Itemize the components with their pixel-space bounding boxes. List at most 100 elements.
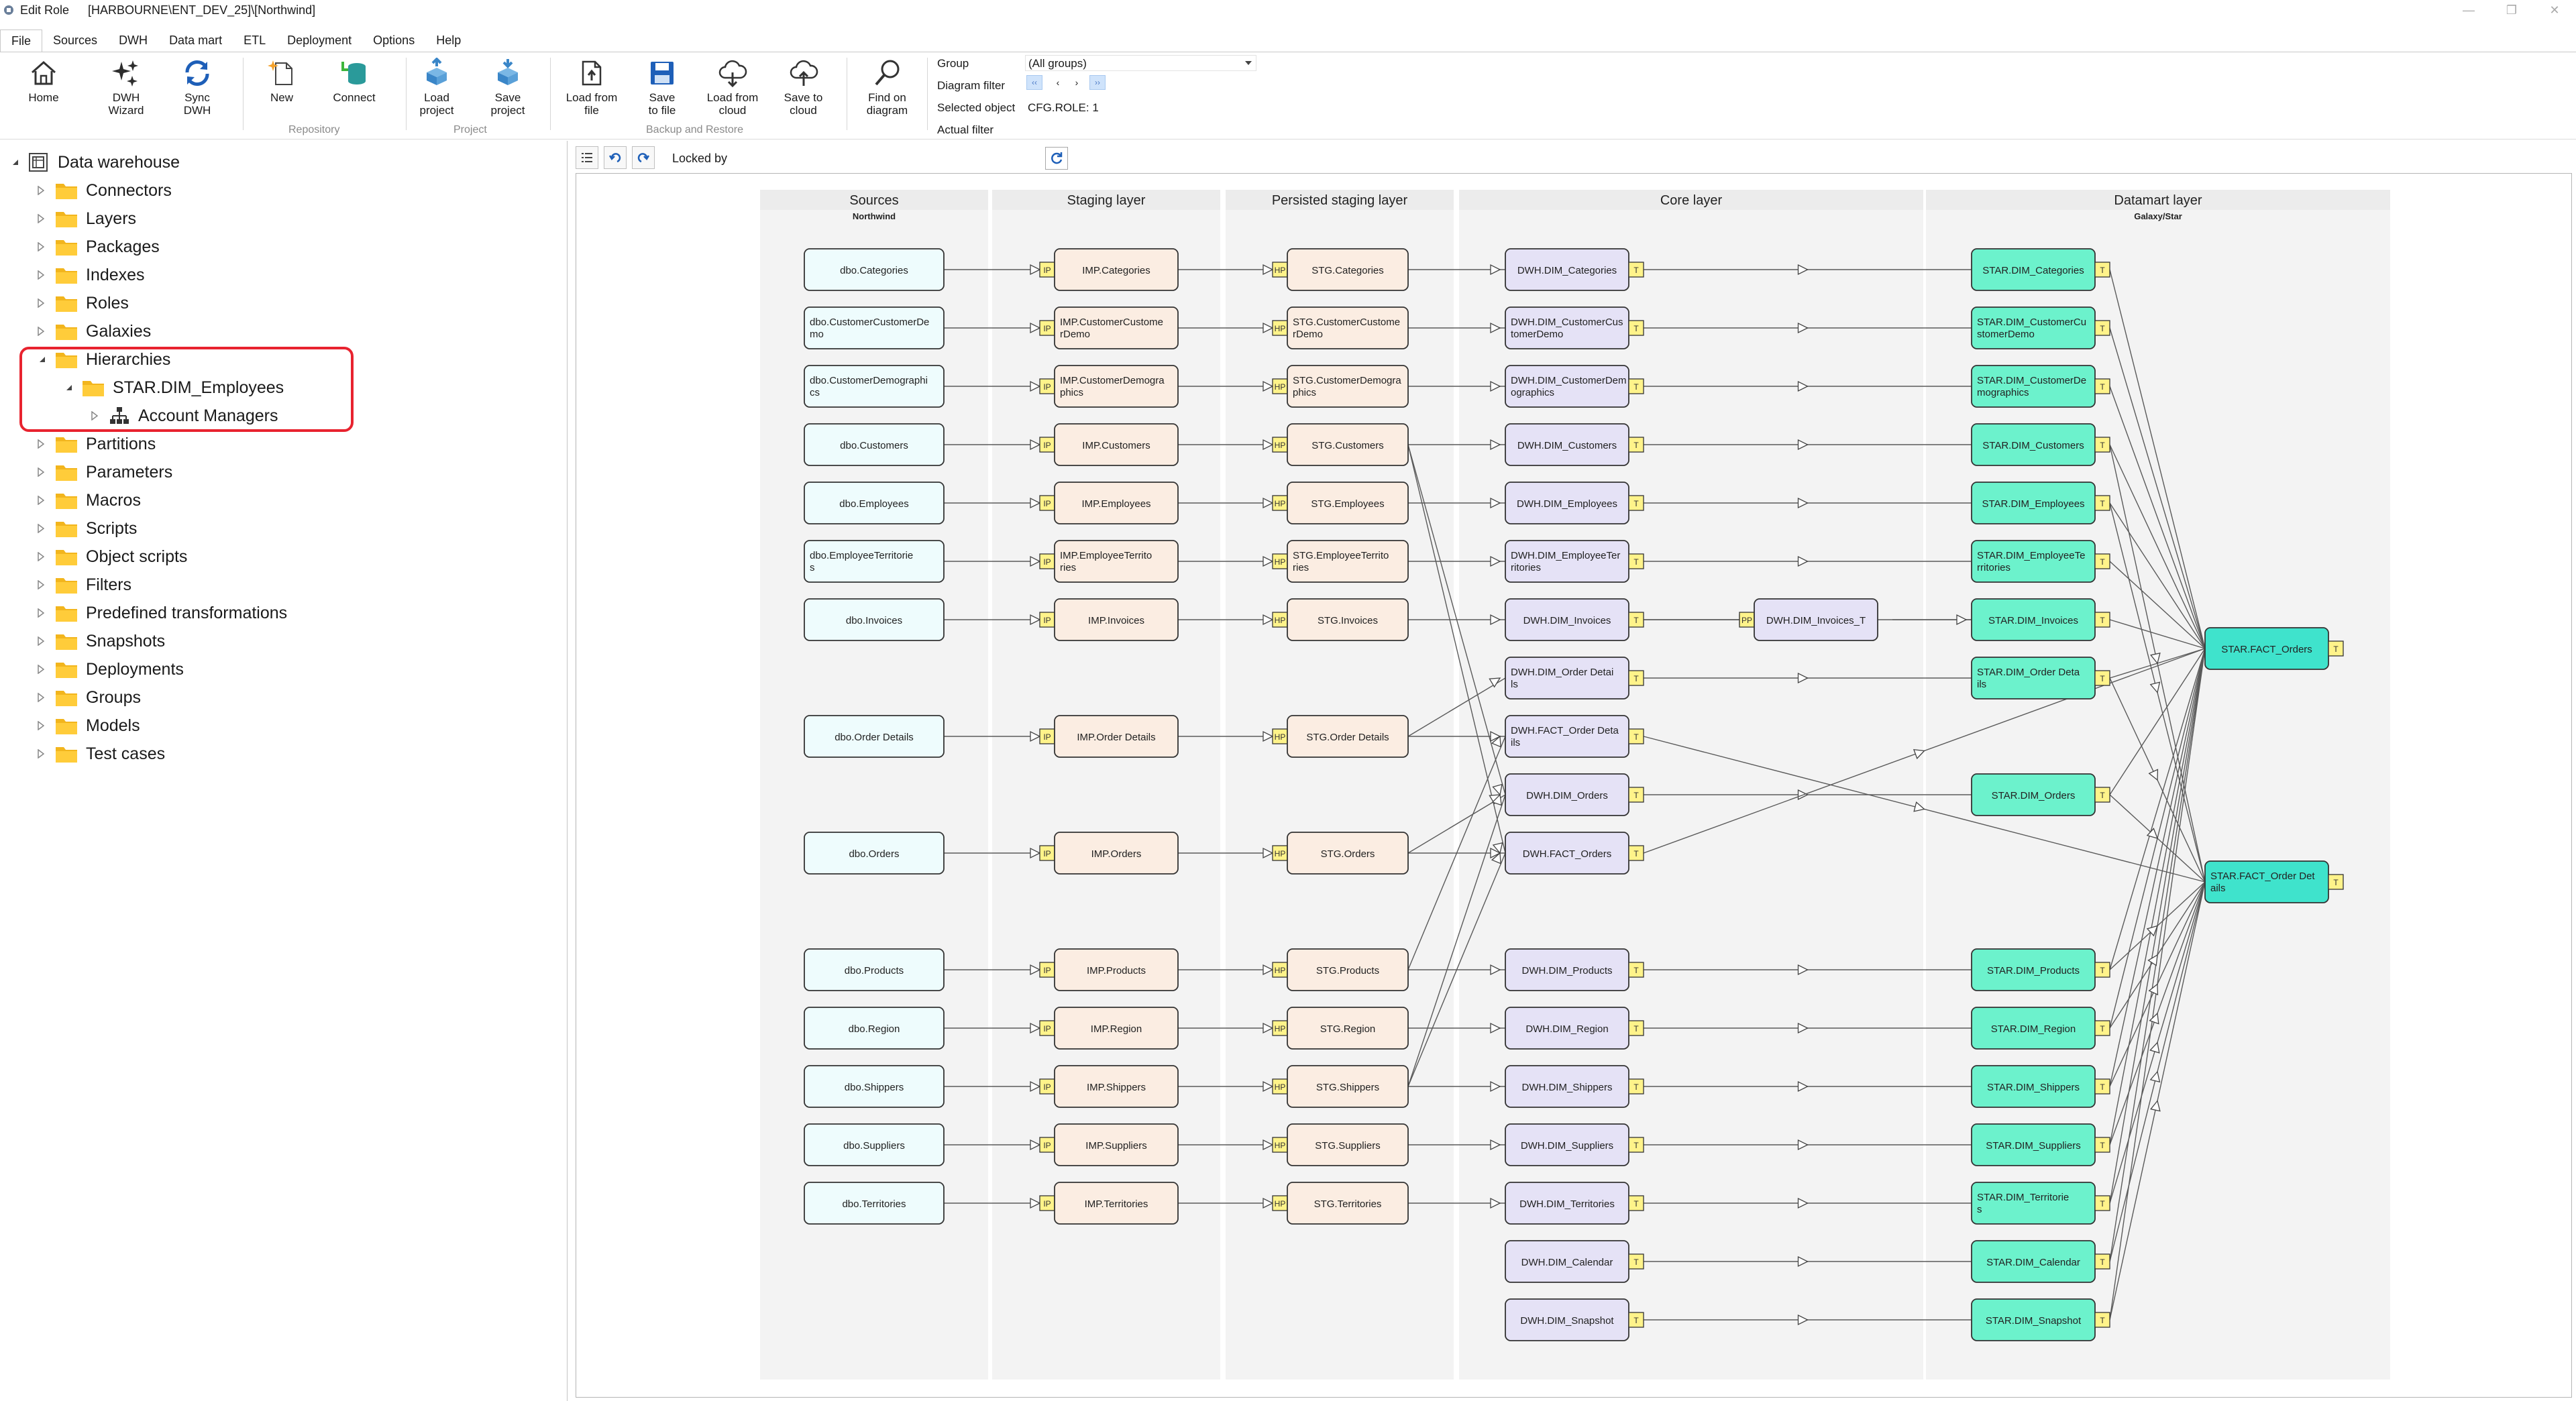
menu-dwh[interactable]: DWH: [108, 30, 158, 52]
persisted-staging-node[interactable]: [1287, 365, 1409, 408]
home-label: Home: [28, 91, 59, 104]
tree-item-layers[interactable]: Layers: [36, 205, 136, 232]
fact-node-order-details[interactable]: [2204, 860, 2329, 903]
save-to-file-button[interactable]: Save to file: [639, 58, 686, 117]
persisted-staging-node-label: STG.Order Details: [1306, 732, 1389, 743]
expander-icon[interactable]: [36, 439, 46, 449]
persisted-staging-node[interactable]: [1287, 306, 1409, 349]
tree-item-packages[interactable]: Packages: [36, 233, 160, 260]
tree-item-roles[interactable]: Roles: [36, 290, 129, 317]
tree-root[interactable]: Data warehouse: [9, 149, 180, 176]
datamart-node[interactable]: [1971, 365, 2096, 408]
diagram-canvas[interactable]: Sources Northwind Staging layer Persisted s…: [576, 173, 2572, 1398]
persisted-staging-node[interactable]: [1287, 540, 1409, 583]
menu-data-mart[interactable]: Data mart: [158, 30, 233, 52]
tree-item-parameters[interactable]: Parameters: [36, 459, 172, 486]
menu-sources[interactable]: Sources: [42, 30, 108, 52]
expander-icon[interactable]: [36, 214, 46, 223]
tree-item-galaxies[interactable]: Galaxies: [36, 318, 151, 345]
tree-item-scripts[interactable]: Scripts: [36, 515, 137, 542]
save-project-button[interactable]: Save project: [484, 58, 531, 117]
refresh-button[interactable]: [1045, 147, 1068, 170]
stg-badge-label: HP: [1275, 732, 1286, 742]
tree-item-models[interactable]: Models: [36, 712, 140, 739]
load-from-cloud-button[interactable]: Load from cloud: [699, 58, 766, 117]
tree-item-groups[interactable]: Groups: [36, 684, 141, 711]
persisted-staging-node-label: STG.Territories: [1314, 1198, 1382, 1210]
maximize-icon[interactable]: ❐: [2490, 0, 2533, 20]
home-button[interactable]: Home: [20, 58, 67, 104]
expander-icon[interactable]: [36, 721, 46, 730]
staging-node-label: IMP.Products: [1087, 965, 1146, 976]
core-node[interactable]: [1505, 715, 1629, 758]
expander-icon[interactable]: [36, 496, 46, 505]
close-icon[interactable]: ✕: [2533, 0, 2576, 20]
tree-item-deployments[interactable]: Deployments: [36, 656, 184, 683]
expander-icon[interactable]: [36, 608, 46, 618]
core-node[interactable]: [1505, 540, 1629, 583]
tree-item-indexes[interactable]: Indexes: [36, 262, 145, 288]
save-to-cloud-button[interactable]: Save to cloud: [778, 58, 828, 117]
menu-file[interactable]: File: [0, 30, 43, 52]
filter-first-button[interactable]: ‹‹: [1026, 75, 1042, 90]
list-view-button[interactable]: [576, 146, 598, 169]
tree-item-macros[interactable]: Macros: [36, 487, 141, 514]
connect-button[interactable]: Connect: [327, 58, 381, 104]
expander-icon[interactable]: [36, 665, 46, 674]
expander-icon[interactable]: [36, 242, 46, 251]
staging-node[interactable]: [1054, 540, 1179, 583]
dwh-wizard-button[interactable]: DWH Wizard: [102, 58, 150, 117]
datamart-node[interactable]: [1971, 306, 2096, 349]
tree-item-predefined-transformations[interactable]: Predefined transformations: [36, 600, 287, 626]
expander-icon[interactable]: [36, 270, 46, 280]
minimize-icon[interactable]: —: [2447, 0, 2490, 20]
expander-icon[interactable]: [36, 467, 46, 477]
menu-help[interactable]: Help: [425, 30, 472, 52]
expander-icon[interactable]: [9, 159, 19, 166]
expander-icon[interactable]: [36, 186, 46, 195]
filter-prev-button[interactable]: ‹: [1051, 75, 1065, 90]
redo-button[interactable]: [632, 146, 655, 169]
menu-etl[interactable]: ETL: [233, 30, 276, 52]
expander-icon[interactable]: [36, 749, 46, 759]
find-on-diagram-button[interactable]: Find on diagram: [859, 58, 916, 117]
tree-item-partitions[interactable]: Partitions: [36, 431, 156, 457]
lineage-diagram[interactable]: Sources Northwind Staging layer Persisted s…: [576, 174, 2573, 1398]
core-node[interactable]: [1505, 657, 1629, 699]
tree-item-connectors[interactable]: Connectors: [36, 177, 172, 204]
load-project-button[interactable]: Load project: [413, 58, 460, 117]
datamart-node[interactable]: [1971, 540, 2096, 583]
source-node[interactable]: [804, 540, 945, 583]
tree-item-object-scripts[interactable]: Object scripts: [36, 543, 187, 570]
expander-icon[interactable]: [36, 580, 46, 590]
expander-icon[interactable]: [36, 693, 46, 702]
core-node[interactable]: [1505, 306, 1629, 349]
expander-icon[interactable]: [36, 524, 46, 533]
source-node[interactable]: [804, 306, 945, 349]
database-icon: [28, 152, 50, 172]
staging-node[interactable]: [1054, 306, 1179, 349]
filter-next-button[interactable]: ›: [1069, 75, 1084, 90]
filter-last-button[interactable]: ››: [1089, 75, 1106, 90]
menu-deployment[interactable]: Deployment: [276, 30, 362, 52]
tree-item-snapshots[interactable]: Snapshots: [36, 628, 165, 655]
core-node-label: DWH.DIM_Orders: [1526, 790, 1608, 801]
group-dropdown[interactable]: (All groups): [1025, 55, 1256, 71]
staging-node[interactable]: [1054, 365, 1179, 408]
core-node[interactable]: [1505, 365, 1629, 408]
tree-item-test-cases[interactable]: Test cases: [36, 740, 165, 767]
expander-icon[interactable]: [36, 298, 46, 308]
datamart-node[interactable]: [1971, 657, 2096, 699]
expander-icon[interactable]: [36, 552, 46, 561]
load-from-file-button[interactable]: Load from file: [558, 58, 625, 117]
datamart-node[interactable]: [1971, 1182, 2096, 1225]
column-subtitle: Northwind: [853, 211, 896, 221]
undo-button[interactable]: [604, 146, 627, 169]
source-node[interactable]: [804, 365, 945, 408]
expander-icon[interactable]: [36, 327, 46, 336]
menu-options[interactable]: Options: [362, 30, 425, 52]
sync-dwh-button[interactable]: Sync DWH: [174, 58, 221, 117]
tree-item-filters[interactable]: Filters: [36, 571, 131, 598]
new-button[interactable]: New: [258, 58, 305, 104]
expander-icon[interactable]: [36, 636, 46, 646]
